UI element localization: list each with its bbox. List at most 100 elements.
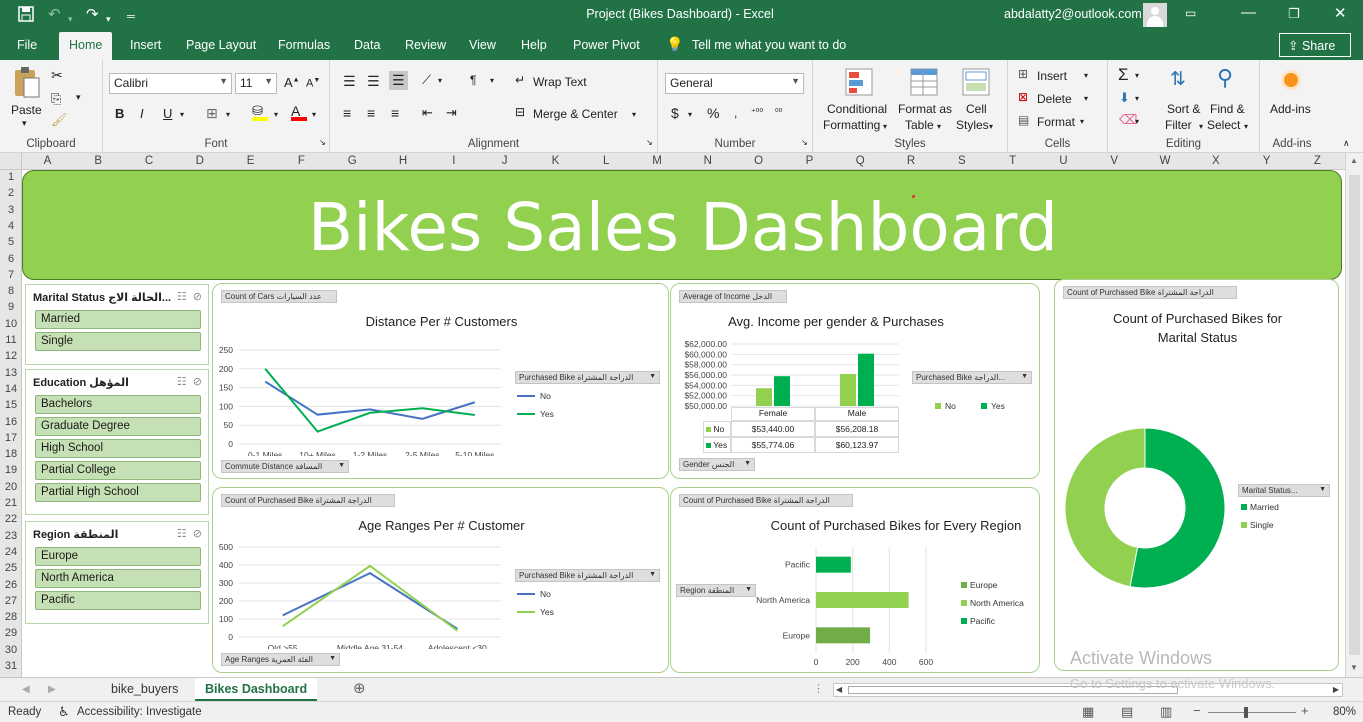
- tab-help[interactable]: Help: [521, 38, 547, 52]
- format-as-table-icon[interactable]: [909, 67, 939, 97]
- column-header[interactable]: Y: [1241, 155, 1292, 167]
- currency-dropdown-icon[interactable]: ▾: [688, 110, 692, 119]
- align-middle-icon[interactable]: ☰: [367, 73, 380, 90]
- slicer-item[interactable]: Europe: [35, 547, 201, 566]
- column-header[interactable]: D: [174, 155, 225, 167]
- row-header[interactable]: 22: [0, 513, 22, 525]
- row-header[interactable]: 5: [0, 236, 22, 248]
- avatar[interactable]: [1143, 3, 1167, 27]
- decrease-indent-icon[interactable]: ⇤: [422, 105, 433, 121]
- row-header[interactable]: 24: [0, 546, 22, 558]
- legend-field-button[interactable]: Marital Status... ▼: [1238, 484, 1330, 497]
- row-header[interactable]: 13: [0, 367, 22, 379]
- chart-distance-panel[interactable]: Count of Cars عدد السيارات Distance Per …: [212, 283, 669, 479]
- find-select-label-1[interactable]: Find &: [1210, 102, 1245, 116]
- currency-icon[interactable]: $: [671, 105, 679, 121]
- find-dropdown-icon[interactable]: ▾: [1244, 122, 1248, 131]
- align-bottom-icon[interactable]: ☰: [389, 71, 408, 90]
- prev-sheet-icon[interactable]: ◀: [22, 684, 30, 695]
- collapse-ribbon-icon[interactable]: ∧: [1343, 138, 1350, 149]
- row-header[interactable]: 6: [0, 253, 22, 265]
- find-select-label-2[interactable]: Select: [1207, 118, 1240, 132]
- increase-font-icon[interactable]: A▲: [284, 75, 300, 90]
- axis-field-button[interactable]: Gender الجنس ▼: [679, 458, 755, 471]
- axis-field-button[interactable]: Region المنطقة ▼: [676, 584, 756, 597]
- row-header[interactable]: 1: [0, 171, 22, 183]
- tab-data[interactable]: Data: [354, 38, 380, 52]
- text-direction-icon[interactable]: ¶: [470, 73, 476, 87]
- chart-region-panel[interactable]: Count of Purchased Bike الدراجة المشتراة…: [670, 487, 1040, 673]
- orientation-icon[interactable]: ⟋: [422, 72, 431, 88]
- scroll-down-icon[interactable]: ▼: [1350, 663, 1358, 672]
- tab-page-layout[interactable]: Page Layout: [186, 38, 256, 52]
- clear-filter-icon[interactable]: ⊘: [193, 376, 202, 388]
- cell-styles-label-2[interactable]: Styles: [956, 118, 989, 132]
- orientation-dropdown-icon[interactable]: ▾: [438, 76, 442, 85]
- decrease-decimal-icon[interactable]: ⁰⁰: [775, 107, 782, 118]
- zoom-slider-thumb[interactable]: [1244, 707, 1248, 718]
- addins-icon[interactable]: [1284, 73, 1298, 87]
- copy-icon[interactable]: ⎘: [51, 91, 61, 107]
- column-header[interactable]: U: [1038, 155, 1089, 167]
- save-icon[interactable]: [18, 6, 34, 27]
- insert-cells-button[interactable]: Insert: [1037, 69, 1067, 83]
- addins-button[interactable]: Add-ins: [1270, 102, 1311, 116]
- vertical-scrollbar[interactable]: ▲ ▼: [1345, 153, 1363, 677]
- increase-decimal-icon[interactable]: ⁺⁰⁰: [751, 107, 763, 118]
- column-header[interactable]: O: [733, 155, 784, 167]
- align-left-icon[interactable]: ≡: [343, 105, 351, 121]
- column-header[interactable]: W: [1140, 155, 1191, 167]
- row-header[interactable]: 15: [0, 399, 22, 411]
- wrap-text-icon[interactable]: ↵: [515, 73, 525, 87]
- ribbon-display-options-icon[interactable]: ▭: [1185, 6, 1196, 20]
- font-size-combo[interactable]: 11 ▼: [235, 73, 277, 94]
- zoom-slider-track[interactable]: [1208, 712, 1296, 713]
- page-break-view-icon[interactable]: ▥: [1160, 704, 1172, 720]
- row-header[interactable]: 20: [0, 481, 22, 493]
- slicer-item[interactable]: High School: [35, 439, 201, 458]
- row-header[interactable]: 7: [0, 269, 22, 281]
- borders-dropdown-icon[interactable]: ▾: [226, 110, 230, 119]
- row-header[interactable]: 26: [0, 579, 22, 591]
- merge-dropdown-icon[interactable]: ▾: [632, 110, 636, 119]
- format-dropdown-icon[interactable]: ▾: [1080, 117, 1084, 126]
- underline-icon[interactable]: U: [163, 106, 172, 121]
- tab-formulas[interactable]: Formulas: [278, 38, 330, 52]
- format-painter-icon[interactable]: 🖌: [51, 112, 68, 128]
- column-header[interactable]: L: [581, 155, 632, 167]
- column-header[interactable]: Q: [835, 155, 886, 167]
- bold-icon[interactable]: B: [115, 106, 124, 121]
- row-header[interactable]: 28: [0, 611, 22, 623]
- slicer-item[interactable]: Partial College: [35, 461, 201, 480]
- format-as-table-label-2[interactable]: Table: [905, 118, 934, 132]
- legend-field-button[interactable]: Purchased Bike الدراجة المشتراة ▼: [515, 569, 660, 582]
- cut-icon[interactable]: ✂: [51, 67, 63, 84]
- row-header[interactable]: 30: [0, 644, 22, 656]
- tell-me-search[interactable]: Tell me what you want to do: [692, 38, 846, 52]
- slicer-item[interactable]: Graduate Degree: [35, 417, 201, 436]
- row-header[interactable]: 3: [0, 204, 22, 216]
- fill-color-dropdown-icon[interactable]: ▾: [274, 110, 278, 119]
- cell-styles-label-1[interactable]: Cell: [966, 102, 987, 116]
- sort-filter-icon[interactable]: ⇅: [1170, 68, 1186, 91]
- row-header[interactable]: 18: [0, 448, 22, 460]
- row-header[interactable]: 29: [0, 627, 22, 639]
- row-header[interactable]: 16: [0, 416, 22, 428]
- legend-field-button[interactable]: Purchased Bike الدراجة... ▼: [912, 371, 1032, 384]
- decrease-font-icon[interactable]: A▼: [306, 77, 320, 90]
- axis-field-button[interactable]: Age Ranges الفئة العمرية ▼: [221, 653, 340, 666]
- slicer-item[interactable]: North America: [35, 569, 201, 588]
- paste-button[interactable]: Paste: [11, 103, 42, 117]
- scroll-left-icon[interactable]: ◀: [836, 685, 842, 694]
- row-header[interactable]: 17: [0, 432, 22, 444]
- conditional-formatting-icon[interactable]: [844, 67, 874, 97]
- find-select-icon[interactable]: ⚲: [1217, 65, 1233, 91]
- column-header[interactable]: A: [22, 155, 73, 167]
- worksheet[interactable]: Bikes Sales Dashboard Marital Status الح…: [22, 170, 1345, 677]
- accessibility-status[interactable]: Accessibility: Investigate: [77, 706, 202, 718]
- close-icon[interactable]: ✕: [1334, 4, 1347, 22]
- autosum-icon[interactable]: Σ: [1118, 65, 1129, 85]
- value-field-button[interactable]: Average of Income الدخل: [679, 290, 787, 303]
- column-header[interactable]: H: [378, 155, 429, 167]
- value-field-button[interactable]: Count of Purchased Bike الدراجة المشتراة: [679, 494, 853, 507]
